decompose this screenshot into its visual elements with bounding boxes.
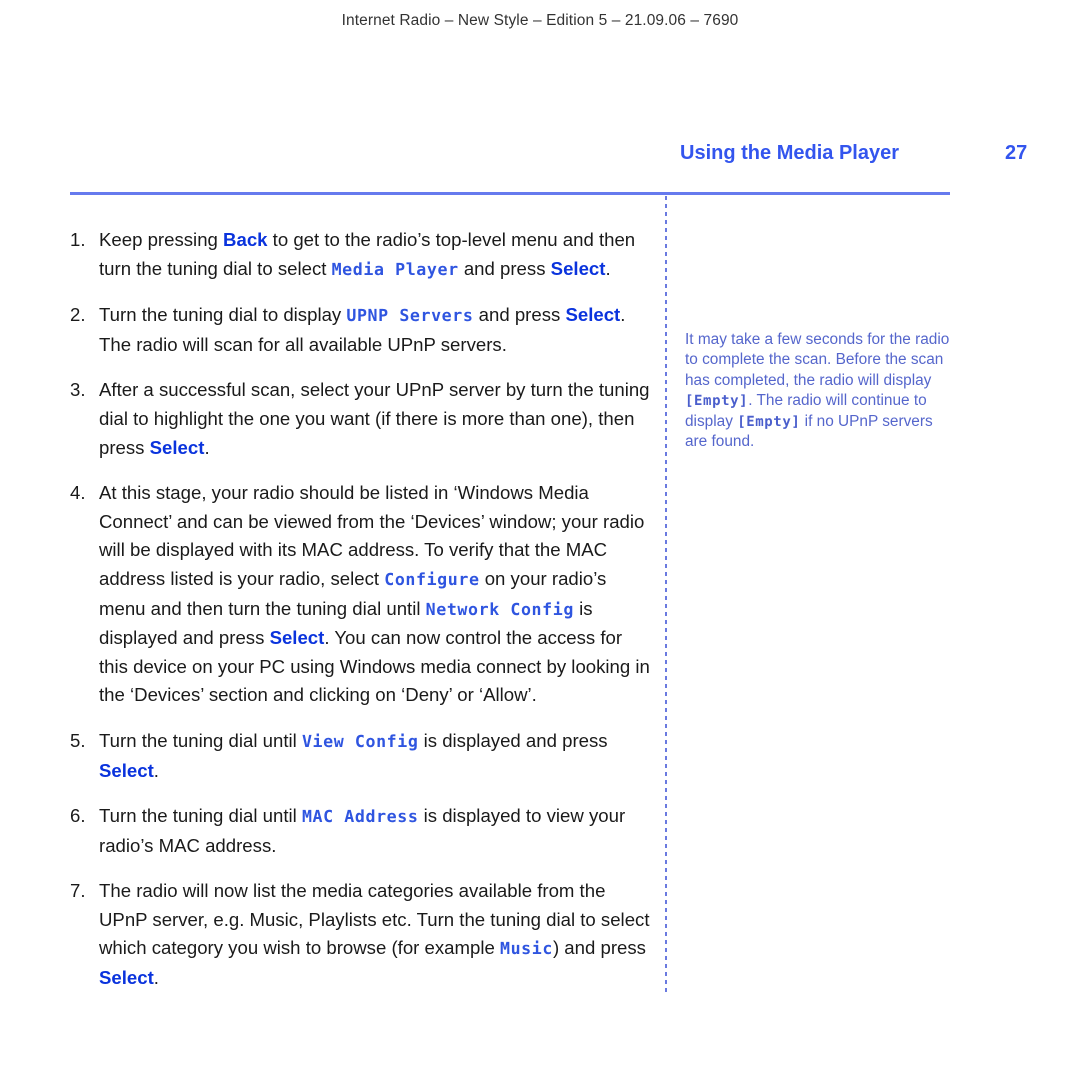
- step-body: After a successful scan, select your UPn…: [99, 379, 650, 457]
- note-display-text: [Empty]: [737, 413, 801, 430]
- step-display-text: View Config: [301, 731, 419, 751]
- step-text: .: [153, 967, 159, 989]
- step-text: is displayed and press: [418, 729, 608, 751]
- step-text: Turn the tuning dial until: [99, 805, 302, 827]
- step-text: and press: [473, 304, 566, 326]
- step-body: Turn the tuning dial until MAC Address i…: [99, 805, 625, 856]
- step-item: 2. Turn the tuning dial to display UPNP S…: [70, 301, 650, 359]
- step-button-name: Select: [149, 436, 205, 458]
- step-number: 1.: [70, 229, 86, 250]
- step-number: 3.: [70, 379, 86, 401]
- page-number: 27: [1005, 142, 1028, 164]
- step-number: 7.: [70, 880, 86, 902]
- step-body: The radio will now list the media catego…: [99, 880, 650, 988]
- step-display-text: Media Player: [331, 259, 459, 279]
- sidebar-note-column: It may take a few seconds for the radio …: [685, 330, 953, 452]
- note-text: It may take a few seconds for the radio …: [685, 331, 950, 389]
- step-text: Turn the tuning dial until: [99, 729, 302, 751]
- step-number: 4.: [70, 482, 86, 504]
- step-display-text: Configure: [384, 569, 480, 589]
- step-button-name: Select: [99, 759, 154, 781]
- step-button-name: Back: [223, 229, 268, 250]
- step-text: Turn the tuning dial to display: [99, 304, 347, 326]
- step-button-name: Select: [99, 967, 154, 989]
- step-number: 6.: [70, 805, 86, 827]
- step-item: 3. After a successful scan, select your U…: [70, 376, 650, 462]
- step-display-text: Network Config: [425, 599, 574, 619]
- sidebar-note: It may take a few seconds for the radio …: [685, 330, 953, 452]
- step-number: 2.: [70, 304, 86, 326]
- step-item: 5. Turn the tuning dial until View Config…: [70, 727, 650, 785]
- step-display-text: MAC Address: [301, 807, 419, 827]
- step-display-text: Music: [499, 939, 553, 959]
- chapter-title: Using the Media Player: [680, 142, 899, 164]
- step-text: .: [153, 759, 159, 781]
- step-item: 4. At this stage, your radio should be li…: [70, 479, 650, 710]
- step-text: Keep pressing: [99, 229, 224, 250]
- step-display-text: UPNP Servers: [346, 306, 474, 326]
- step-text: .: [204, 436, 210, 458]
- step-button-name: Select: [565, 304, 621, 326]
- column-dotted-divider: [665, 196, 667, 996]
- step-item: 1. Keep pressing Back to get to the radio…: [70, 226, 650, 284]
- step-item: 7. The radio will now list the media cate…: [70, 877, 650, 992]
- title-rule-divider: [70, 192, 950, 195]
- step-number: 5.: [70, 729, 86, 751]
- step-body: Turn the tuning dial until View Config i…: [99, 730, 608, 781]
- step-button-name: Select: [550, 257, 606, 279]
- step-text: ) and press: [552, 937, 646, 959]
- step-body: Keep pressing Back to get to the radio’s…: [99, 229, 635, 279]
- note-display-text: [Empty]: [685, 393, 749, 410]
- page-title-row: Using the Media Player 27: [70, 142, 1030, 174]
- running-header: Internet Radio – New Style – Edition 5 –…: [341, 12, 739, 29]
- step-button-name: Select: [269, 627, 325, 649]
- numbered-steps-list: 1. Keep pressing Back to get to the radio…: [70, 226, 650, 1010]
- step-body: At this stage, your radio should be list…: [99, 482, 650, 705]
- step-body: Turn the tuning dial to display UPNP Ser…: [99, 304, 625, 355]
- step-text: .: [605, 257, 611, 279]
- step-item: 6. Turn the tuning dial until MAC Address…: [70, 802, 650, 860]
- step-text: and press: [458, 257, 551, 279]
